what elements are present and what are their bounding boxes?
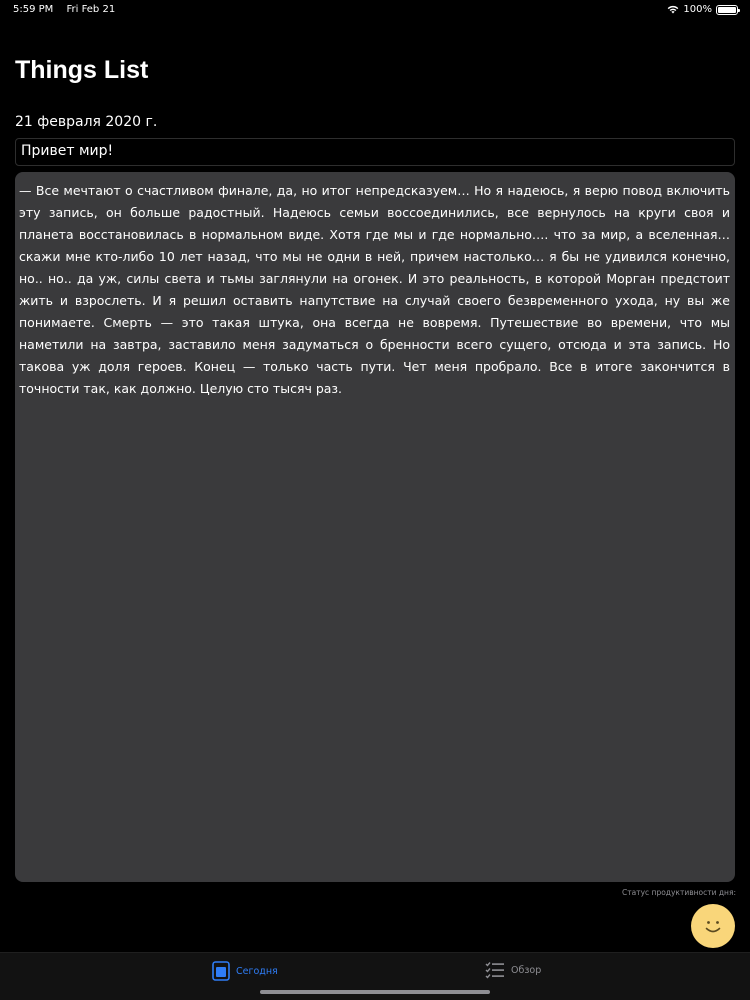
tab-today-label: Сегодня: [236, 965, 278, 977]
entry-body-textarea[interactable]: — Все мечтают о счастливом финале, да, н…: [15, 172, 735, 882]
entry-date: 21 февраля 2020 г.: [15, 114, 158, 130]
tab-overview-label: Обзор: [511, 964, 542, 976]
status-right: 100%: [667, 4, 740, 15]
tab-today[interactable]: Сегодня: [212, 961, 278, 981]
home-indicator[interactable]: [260, 990, 490, 994]
calendar-page-icon: [212, 961, 230, 981]
page-title: Things List: [15, 56, 149, 84]
status-time: 5:59 PM: [13, 4, 54, 15]
wifi-icon: [668, 5, 679, 14]
battery-icon: [716, 4, 740, 15]
battery-level: [718, 6, 736, 13]
smiley-face-icon: [705, 921, 721, 933]
battery-percent: 100%: [683, 4, 712, 15]
entry-title-field[interactable]: Привет мир!: [15, 138, 735, 166]
list-icon: [485, 962, 504, 979]
mood-button[interactable]: [691, 904, 735, 948]
status-bar: 5:59 PM Fri Feb 21 100%: [0, 0, 750, 20]
tab-overview[interactable]: Обзор: [485, 961, 541, 979]
status-date: Fri Feb 21: [66, 4, 116, 15]
productivity-status-label: Статус продуктивности дня:: [622, 888, 736, 897]
status-left: 5:59 PM Fri Feb 21: [13, 4, 125, 15]
